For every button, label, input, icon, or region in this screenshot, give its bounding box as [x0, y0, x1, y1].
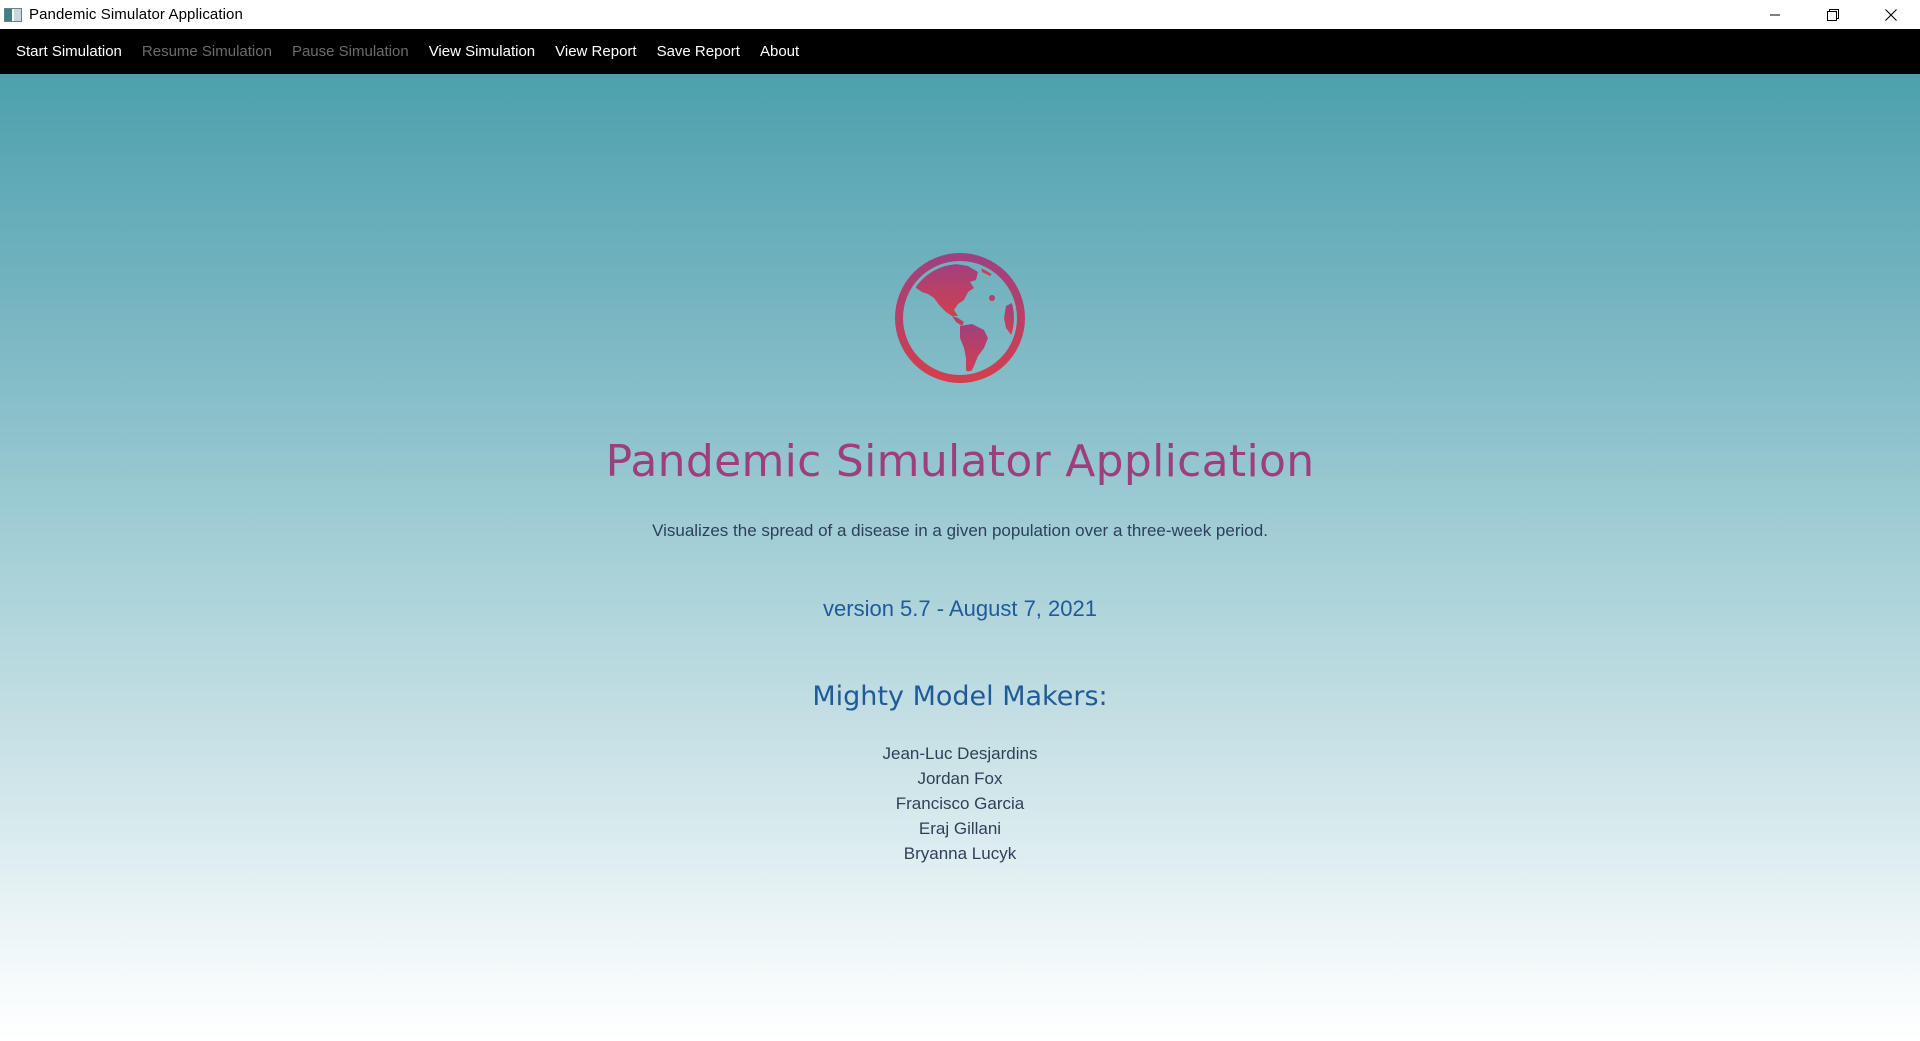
maker-name: Francisco Garcia — [895, 794, 1025, 813]
makers-heading: Mighty Model Makers: — [812, 681, 1108, 712]
restore-icon — [1827, 8, 1839, 21]
about-panel: Pandemic Simulator Application Visualize… — [0, 74, 1920, 1041]
menu-bar: Start Simulation Resume Simulation Pause… — [0, 29, 1920, 74]
menu-start-simulation[interactable]: Start Simulation — [6, 29, 132, 74]
menu-about[interactable]: About — [750, 29, 809, 74]
app-window: Pandemic Simulator Application Start Sim… — [0, 0, 1920, 1041]
maker-name: Jordan Fox — [917, 769, 1003, 788]
globe-americas-icon — [895, 253, 1025, 383]
window-controls — [1746, 0, 1920, 29]
menu-resume-simulation[interactable]: Resume Simulation — [132, 29, 282, 74]
maker-name: Jean-Luc Desjardins — [882, 744, 1038, 763]
app-description: Visualizes the spread of a disease in a … — [652, 521, 1268, 540]
close-icon — [1885, 8, 1897, 21]
app-icon — [4, 7, 22, 22]
maker-name: Eraj Gillani — [918, 819, 1002, 838]
close-button[interactable] — [1862, 0, 1920, 29]
menu-view-simulation[interactable]: View Simulation — [419, 29, 545, 74]
minimize-button[interactable] — [1746, 0, 1804, 29]
maker-name: Bryanna Lucyk — [903, 844, 1017, 863]
menu-view-report[interactable]: View Report — [545, 29, 646, 74]
title-bar[interactable]: Pandemic Simulator Application — [0, 0, 1920, 29]
menu-save-report[interactable]: Save Report — [647, 29, 750, 74]
makers-list: Jean-Luc Desjardins Jordan Fox Francisco… — [0, 741, 1920, 866]
window-title: Pandemic Simulator Application — [29, 6, 243, 23]
version-info: version 5.7 - August 7, 2021 — [823, 596, 1097, 621]
app-title: Pandemic Simulator Application — [605, 436, 1315, 487]
menu-pause-simulation[interactable]: Pause Simulation — [282, 29, 419, 74]
restore-button[interactable] — [1804, 0, 1862, 29]
minimize-icon — [1770, 14, 1780, 15]
